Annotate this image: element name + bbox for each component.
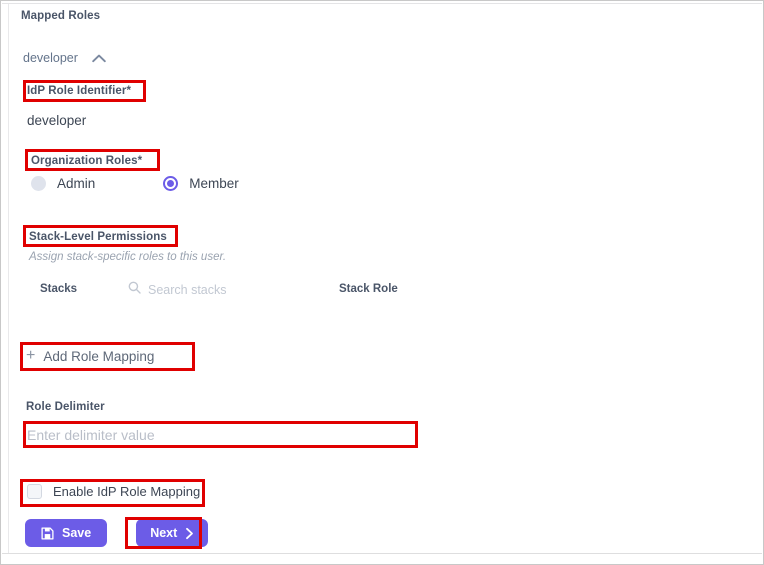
organization-roles-radio-group: Admin Member bbox=[31, 176, 239, 191]
next-button[interactable]: Next bbox=[136, 519, 209, 547]
add-role-mapping-button[interactable]: + Add Role Mapping bbox=[26, 348, 154, 364]
add-role-mapping-label: Add Role Mapping bbox=[43, 348, 155, 364]
enable-idp-role-mapping-row[interactable]: Enable IdP Role Mapping bbox=[27, 484, 200, 499]
plus-icon: + bbox=[26, 347, 36, 364]
save-button[interactable]: Save bbox=[25, 519, 108, 547]
search-icon[interactable] bbox=[128, 281, 141, 299]
radio-label-member: Member bbox=[189, 176, 239, 191]
page-title: Mapped Roles bbox=[21, 10, 101, 22]
chevron-right-icon bbox=[185, 527, 194, 540]
save-button-label: Save bbox=[62, 526, 92, 540]
top-divider bbox=[2, 3, 762, 4]
form-actions: Save Next bbox=[25, 519, 209, 547]
radio-label-admin: Admin bbox=[57, 176, 96, 191]
stacks-table-header: Stacks Search stacks Stack Role bbox=[1, 281, 763, 303]
chevron-up-icon[interactable] bbox=[92, 54, 106, 63]
idp-role-identifier-value: developer bbox=[27, 113, 87, 128]
radio-option-member[interactable]: Member bbox=[163, 176, 239, 191]
role-group-label: developer bbox=[23, 51, 78, 65]
role-delimiter-label: Role Delimiter bbox=[26, 401, 105, 413]
role-delimiter-input[interactable] bbox=[27, 425, 409, 445]
mapped-roles-panel: Mapped Roles developer IdP Role Identifi… bbox=[0, 0, 764, 565]
save-disk-icon bbox=[41, 526, 54, 540]
enable-idp-role-mapping-checkbox[interactable] bbox=[27, 484, 42, 499]
next-button-label: Next bbox=[150, 526, 178, 540]
radio-option-admin[interactable]: Admin bbox=[31, 176, 95, 191]
radio-circle-member[interactable] bbox=[163, 176, 179, 191]
stacks-search-field[interactable]: Search stacks bbox=[128, 281, 227, 299]
bottom-divider bbox=[2, 553, 762, 554]
organization-roles-label: Organization Roles* bbox=[31, 155, 143, 167]
column-header-stacks: Stacks bbox=[40, 283, 78, 295]
left-container-edge bbox=[8, 4, 9, 553]
stack-level-permissions-helper: Assign stack-specific roles to this user… bbox=[29, 251, 227, 263]
enable-idp-role-mapping-label: Enable IdP Role Mapping bbox=[53, 484, 201, 499]
role-group-header-developer[interactable]: developer bbox=[23, 51, 106, 65]
column-header-stack-role: Stack Role bbox=[339, 283, 398, 295]
idp-role-identifier-label: IdP Role Identifier* bbox=[27, 85, 132, 97]
radio-circle-admin[interactable] bbox=[31, 176, 46, 191]
stacks-search-placeholder: Search stacks bbox=[148, 283, 227, 297]
stack-level-permissions-label: Stack-Level Permissions bbox=[29, 231, 167, 243]
